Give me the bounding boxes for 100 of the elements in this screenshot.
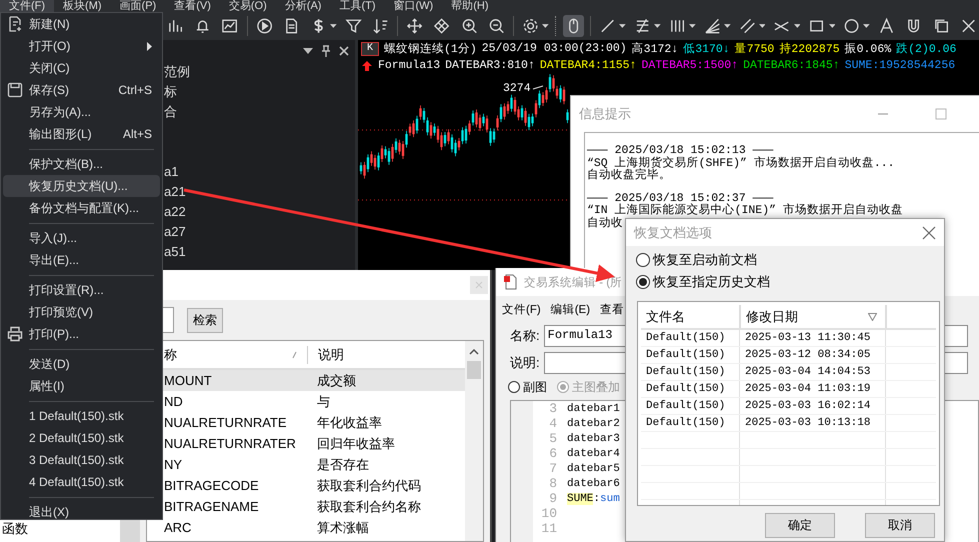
code-line: datebar4 — [567, 448, 620, 460]
caret-icon[interactable] — [724, 24, 731, 28]
scrollbar[interactable] — [120, 520, 140, 542]
printer-icon — [7, 326, 23, 342]
line-number: 3 — [548, 401, 557, 416]
menu-item[interactable]: 保护文档(B)... — [3, 153, 160, 175]
list-row[interactable]: Default(150) 2025-03-03 16:02:14 — [641, 398, 936, 415]
scroll-thumb[interactable] — [467, 361, 481, 379]
menu-item[interactable]: 编辑(E) — [550, 302, 590, 316]
radio-button[interactable]: 恢复至指定历史文档 — [636, 273, 944, 291]
caret-icon[interactable] — [794, 24, 800, 28]
menu-item[interactable]: 导入(J)... — [3, 227, 160, 249]
close-icon[interactable] — [339, 46, 349, 56]
caret-icon[interactable] — [863, 24, 870, 28]
chart-type-badge[interactable]: K — [361, 42, 380, 56]
quote-text: 高3172↓ — [632, 41, 678, 56]
tree-item[interactable]: a51 — [163, 242, 186, 262]
radio-button[interactable]: 恢复至启动前文档 — [636, 251, 944, 269]
line-number: 8 — [548, 476, 557, 491]
log-line: “IN 上海国际能源交易中心(INE)” 市场数据开启自动收盘 — [587, 205, 903, 217]
menu-item[interactable]: 工具(T) — [330, 0, 384, 12]
menu-item[interactable]: 打印设置(R)... — [3, 279, 160, 301]
scroll-up-icon[interactable] — [469, 349, 479, 355]
quote-text: 持2202875 — [779, 42, 840, 56]
indicator-value: DATEBAR6:1845↑ — [743, 59, 840, 72]
menu-item[interactable]: 输出图形(L) Alt+S — [3, 123, 160, 145]
caret-icon[interactable] — [654, 24, 661, 28]
field-label: 名称: — [510, 326, 540, 344]
log-line: 自动收 — [587, 218, 623, 230]
menu-item[interactable]: 打印预览(V) — [3, 301, 160, 323]
menu-item[interactable]: 板块(M) — [54, 0, 111, 12]
list-row[interactable]: Default(150) 2025-03-03 10:13:18 — [641, 415, 936, 432]
column-header[interactable]: 说明 — [307, 346, 344, 364]
caret-icon[interactable] — [542, 24, 549, 28]
line-number: 11 — [540, 521, 557, 536]
tree-item[interactable]: 合 — [163, 102, 177, 122]
menu-item[interactable]: 交易(O) — [220, 0, 276, 12]
close-icon[interactable] — [922, 226, 936, 240]
menu-item[interactable]: 新建(N) — [3, 13, 160, 35]
line-number: 9 — [548, 491, 557, 506]
menu-item[interactable]: 帮助(H) — [442, 0, 498, 12]
tree-item[interactable]: a1 — [163, 162, 178, 182]
caret-icon[interactable] — [758, 24, 766, 28]
menu-item[interactable]: 关闭(C) — [3, 57, 160, 79]
log-line: ——— 2025/03/18 15:02:37 ——— — [587, 192, 774, 204]
caret-icon[interactable] — [330, 24, 337, 28]
list-row[interactable]: Default(150) 2025-03-12 08:34:05 — [641, 347, 936, 364]
list-item[interactable]: 函数 — [0, 521, 28, 536]
scrollbar[interactable] — [465, 341, 483, 541]
dialog-button[interactable]: 取消 — [865, 513, 935, 538]
menu-item[interactable]: 另存为(A)... — [3, 101, 160, 123]
submenu-arrow-icon — [147, 42, 152, 50]
menu-item[interactable]: 打开(O) — [3, 35, 160, 57]
tree-item[interactable]: 标 — [163, 82, 177, 102]
menu-item[interactable]: 查看(V) — [165, 0, 220, 12]
menu-item[interactable]: 备份文档与配置(K)... — [3, 197, 160, 219]
caret-icon[interactable] — [688, 24, 696, 28]
indicator-value: DATEBAR5:1500↑ — [641, 59, 738, 72]
sort-icon — [868, 312, 877, 320]
tree-item[interactable]: 范例 — [163, 62, 190, 82]
search-button[interactable]: 检索 — [187, 308, 223, 332]
save-icon — [7, 82, 23, 98]
menu-item[interactable]: 画面(P) — [110, 0, 166, 12]
menu-item[interactable]: 2 Default(150).stk — [3, 427, 160, 449]
indicator-value: Formula13 — [378, 59, 440, 72]
menu-item[interactable]: 窗口(W) — [384, 0, 442, 12]
tree-item[interactable]: a22 — [163, 202, 186, 222]
mouse-icon[interactable] — [562, 15, 584, 37]
list-row[interactable]: Default(150) 2025-03-04 11:03:19 — [641, 381, 936, 398]
menu-item[interactable]: 分析(A) — [276, 0, 330, 12]
menu-item[interactable]: 文件(F) — [0, 0, 54, 12]
radio-button[interactable]: 副图 — [508, 378, 547, 396]
column-header[interactable]: 修改日期 — [739, 305, 885, 328]
list-row[interactable]: Default(150) 2025-03-13 11:30:45 — [641, 330, 936, 347]
column-header[interactable]: 文件名 — [641, 308, 739, 326]
tree-item[interactable]: a21 — [163, 182, 186, 202]
window-title: 信息提示 — [579, 105, 631, 123]
menu-item[interactable]: 保存(S) Ctrl+S — [3, 79, 160, 101]
menu-item[interactable]: 1 Default(150).stk — [3, 405, 160, 427]
dropdown-icon[interactable] — [303, 48, 313, 54]
window-title: 交易系统编辑 - (所 — [524, 275, 622, 290]
menu-item[interactable]: 3 Default(150).stk — [3, 449, 160, 471]
tree-item[interactable]: a27 — [163, 222, 186, 242]
line-number: 7 — [548, 461, 557, 476]
dialog-button[interactable]: 确定 — [765, 513, 835, 538]
menu-item[interactable]: 打印(P)... — [3, 323, 160, 345]
menu-item[interactable]: 查看 — [600, 302, 624, 316]
menu-item[interactable]: 恢复历史文档(U)... — [3, 175, 160, 197]
code-line: datebar1 — [567, 402, 620, 414]
caret-icon[interactable] — [619, 24, 626, 28]
quote-text: 量7750 — [734, 42, 774, 56]
pin-icon[interactable] — [321, 45, 331, 57]
caret-icon[interactable] — [828, 24, 836, 28]
quote-text: 跌(2)0.06 — [896, 42, 956, 56]
quote-text: 螺纹钢连续(1分) — [384, 42, 477, 56]
menu-item[interactable]: 4 Default(150).stk — [3, 471, 160, 493]
menu-item[interactable]: 文件(F) — [502, 302, 541, 316]
log-line: 自动收盘完毕。 — [587, 170, 671, 182]
menu-item[interactable]: 导出(E)... — [3, 249, 160, 271]
list-row[interactable]: Default(150) 2025-03-04 14:04:53 — [641, 364, 936, 381]
